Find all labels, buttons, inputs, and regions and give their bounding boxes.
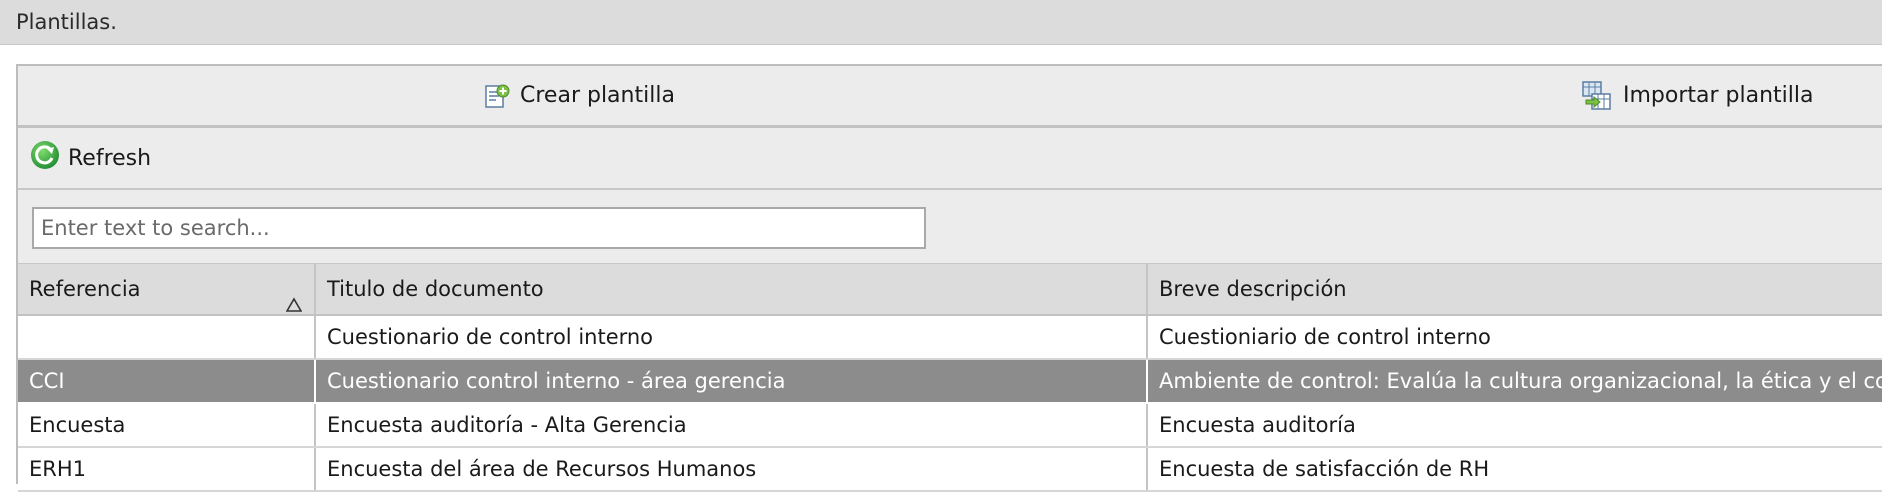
table-row[interactable]: Encuesta Encuesta auditoría - Alta Geren… (18, 404, 1882, 448)
column-header-referencia[interactable]: Referencia (18, 264, 316, 314)
table-row-selected[interactable]: CCI Cuestionario control interno - área … (18, 360, 1882, 404)
cell-referencia (18, 316, 316, 358)
import-template-label: Importar plantilla (1623, 83, 1814, 108)
cell-titulo: Cuestionario de control interno (316, 316, 1148, 358)
cell-referencia: Encuesta (18, 404, 316, 446)
column-header-descripcion[interactable]: Breve descripción (1148, 264, 1882, 314)
column-header-label: Titulo de documento (327, 277, 544, 301)
create-template-label: Crear plantilla (520, 83, 675, 108)
cell-titulo: Encuesta auditoría - Alta Gerencia (316, 404, 1148, 446)
refresh-button[interactable]: Refresh (30, 128, 151, 188)
column-header-label: Breve descripción (1159, 277, 1347, 301)
column-header-titulo[interactable]: Titulo de documento (316, 264, 1148, 314)
templates-panel: Crear plantilla Importar plantilla Refre… (16, 64, 1882, 492)
cell-titulo: Cuestionario control interno - área gere… (316, 360, 1148, 402)
table-row[interactable]: ERH1 Encuesta del área de Recursos Human… (18, 448, 1882, 492)
sort-ascending-icon (285, 281, 303, 314)
search-input[interactable] (32, 207, 926, 249)
import-table-icon (1581, 80, 1613, 112)
table-row[interactable]: Cuestionario de control interno Cuestion… (18, 316, 1882, 360)
table-header: Referencia Titulo de documento Breve des… (18, 264, 1882, 316)
add-document-icon (484, 83, 510, 109)
cell-descripcion: Ambiente de control: Evalúa la cultura o… (1159, 369, 1882, 393)
templates-table: Referencia Titulo de documento Breve des… (18, 264, 1882, 492)
refresh-label: Refresh (68, 145, 152, 171)
window-title: Plantillas. (0, 0, 1882, 45)
refresh-icon (30, 140, 60, 176)
action-bar: Crear plantilla Importar plantilla (18, 66, 1882, 128)
import-template-button[interactable]: Importar plantilla (1581, 66, 1813, 125)
refresh-bar: Refresh (18, 128, 1882, 190)
column-header-label: Referencia (29, 277, 141, 301)
cell-descripcion: Encuesta auditoría (1159, 413, 1356, 437)
cell-descripcion: Cuestioniario de control interno (1159, 325, 1491, 349)
cell-referencia: CCI (18, 360, 316, 402)
create-template-button[interactable]: Crear plantilla (484, 66, 675, 125)
